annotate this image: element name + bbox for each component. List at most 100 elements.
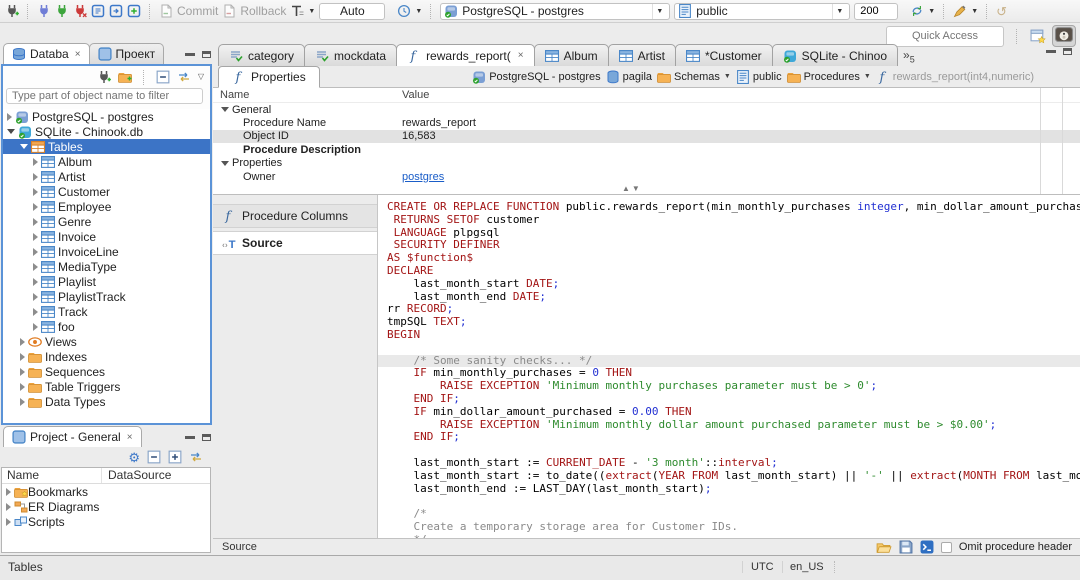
collapsed-arrow-icon[interactable] bbox=[33, 202, 38, 211]
tab-overflow-indicator[interactable]: »5 bbox=[903, 44, 915, 64]
new-folder-icon[interactable] bbox=[117, 70, 132, 84]
collapsed-arrow-icon[interactable] bbox=[20, 337, 25, 346]
group-arrow-icon[interactable] bbox=[221, 160, 229, 166]
tree-item-postgresql-postgres[interactable]: PostgreSQL - postgres bbox=[3, 109, 210, 124]
sash-collapse-control[interactable]: ▲▼ bbox=[622, 184, 642, 193]
tree-item-mediatype[interactable]: MediaType bbox=[3, 259, 210, 274]
tree-item-playlisttrack[interactable]: PlaylistTrack bbox=[3, 289, 210, 304]
object-filter-input[interactable] bbox=[6, 88, 203, 104]
breadcrumb-item-public[interactable]: public bbox=[736, 69, 782, 84]
maximize-icon[interactable] bbox=[1063, 48, 1072, 55]
tree-item-indexes[interactable]: Indexes bbox=[3, 349, 210, 364]
tree-item-employee[interactable]: Employee bbox=[3, 199, 210, 214]
collapsed-arrow-icon[interactable] bbox=[6, 502, 11, 511]
property-row-procedure-name[interactable]: Procedure Name rewards_report bbox=[213, 116, 1080, 129]
tree-item-foo[interactable]: foo bbox=[3, 319, 210, 334]
tree-item-artist[interactable]: Artist bbox=[3, 169, 210, 184]
tab-database-navigator[interactable]: Databa × bbox=[3, 43, 90, 64]
collapsed-arrow-icon[interactable] bbox=[20, 367, 25, 376]
project-item-er-diagrams[interactable]: ER Diagrams bbox=[2, 499, 210, 514]
side-tab-source[interactable]: ‹› T Source bbox=[213, 231, 377, 255]
editor-tab-sqlite-chinoo[interactable]: SQLite - Chinoo bbox=[771, 44, 899, 66]
grid-header-value[interactable]: Value bbox=[402, 89, 429, 101]
breadcrumb-item-procedures[interactable]: Procedures ▼ bbox=[786, 70, 871, 84]
grid-header-name[interactable]: Name bbox=[213, 89, 402, 101]
status-locale[interactable]: en_US bbox=[790, 561, 835, 573]
editor-tab-customer[interactable]: *Customer bbox=[674, 44, 773, 66]
commit-button[interactable]: Commit bbox=[159, 4, 218, 18]
open-perspective-icon[interactable] bbox=[1030, 28, 1047, 44]
collapsed-arrow-icon[interactable] bbox=[6, 487, 11, 496]
link-editor-icon[interactable] bbox=[177, 70, 191, 84]
schema-combo[interactable]: public ▼ bbox=[674, 2, 851, 20]
property-row-properties[interactable]: Properties bbox=[213, 157, 1080, 170]
connection-combo[interactable]: PostgreSQL - postgres ▼ bbox=[440, 2, 671, 20]
property-row-general[interactable]: General bbox=[213, 103, 1080, 116]
minimize-icon[interactable] bbox=[1046, 50, 1056, 53]
rollback-button[interactable]: Rollback bbox=[222, 4, 286, 18]
dbeaver-perspective-icon[interactable] bbox=[1055, 27, 1073, 42]
disconnect-icon[interactable] bbox=[73, 4, 87, 18]
breadcrumb-item-schemas[interactable]: Schemas ▼ bbox=[657, 70, 731, 84]
breadcrumb-item-pagila[interactable]: pagila bbox=[606, 70, 652, 84]
close-icon[interactable]: × bbox=[127, 432, 133, 443]
collapsed-arrow-icon[interactable] bbox=[33, 217, 38, 226]
omit-procedure-header-checkbox[interactable] bbox=[940, 541, 952, 553]
collapse-all-icon[interactable] bbox=[156, 70, 170, 84]
tree-item-playlist[interactable]: Playlist bbox=[3, 274, 210, 289]
project-item-bookmarks[interactable]: Bookmarks bbox=[2, 484, 210, 499]
tx-mode-combo[interactable]: Auto bbox=[319, 2, 386, 20]
minimize-icon[interactable] bbox=[185, 53, 195, 56]
view-menu-icon[interactable]: ▽ bbox=[198, 73, 204, 81]
maximize-icon[interactable] bbox=[202, 434, 211, 441]
property-value[interactable]: postgres bbox=[402, 171, 444, 183]
tab-projects[interactable]: Проект bbox=[88, 43, 165, 64]
collapsed-arrow-icon[interactable] bbox=[20, 382, 25, 391]
connect-icon[interactable] bbox=[37, 4, 51, 18]
collapse-all-icon[interactable] bbox=[147, 450, 161, 464]
tree-item-track[interactable]: Track bbox=[3, 304, 210, 319]
breadcrumb-item-rewards-report-int4-numeric[interactable]: f rewards_report(int4,numeric) bbox=[876, 70, 1034, 84]
expand-all-icon[interactable] bbox=[168, 450, 182, 464]
editor-tab-mockdata[interactable]: mockdata bbox=[304, 44, 398, 66]
tree-item-invoiceline[interactable]: InvoiceLine bbox=[3, 244, 210, 259]
collapsed-arrow-icon[interactable] bbox=[33, 262, 38, 271]
maximize-icon[interactable] bbox=[202, 51, 211, 58]
expanded-arrow-icon[interactable] bbox=[7, 129, 15, 134]
close-icon[interactable]: × bbox=[518, 50, 524, 61]
new-sql-editor-icon[interactable] bbox=[127, 4, 141, 18]
editor-tab-artist[interactable]: Artist bbox=[607, 44, 676, 66]
group-arrow-icon[interactable] bbox=[221, 107, 229, 113]
tree-item-sqlite-chinook-db[interactable]: SQLite - Chinook.db bbox=[3, 124, 210, 139]
tab-properties[interactable]: f Properties bbox=[218, 65, 320, 88]
minimize-icon[interactable] bbox=[185, 436, 195, 439]
collapsed-arrow-icon[interactable] bbox=[33, 307, 38, 316]
project-item-scripts[interactable]: Scripts bbox=[2, 514, 210, 529]
collapsed-arrow-icon[interactable] bbox=[33, 172, 38, 181]
collapsed-arrow-icon[interactable] bbox=[33, 322, 38, 331]
sql-editor-icon[interactable] bbox=[91, 4, 105, 18]
column-datasource[interactable]: DataSource bbox=[102, 468, 171, 483]
property-row-owner[interactable]: Owner postgres bbox=[213, 170, 1080, 183]
source-code-view[interactable]: CREATE OR REPLACE FUNCTION public.reward… bbox=[378, 195, 1080, 538]
tree-item-album[interactable]: Album bbox=[3, 154, 210, 169]
editor-tab-rewards-report[interactable]: f rewards_report(× bbox=[396, 44, 535, 66]
property-row-object-id[interactable]: Object ID 16,583 bbox=[213, 129, 1080, 144]
refresh-button[interactable]: ▼ bbox=[910, 4, 935, 18]
tree-item-sequences[interactable]: Sequences bbox=[3, 364, 210, 379]
format-button[interactable]: ▼ bbox=[953, 4, 978, 18]
new-connection-icon[interactable] bbox=[97, 70, 111, 84]
breadcrumb-item-postgresql-postgres[interactable]: PostgreSQL - postgres bbox=[472, 70, 601, 84]
collapsed-arrow-icon[interactable] bbox=[33, 277, 38, 286]
collapsed-arrow-icon[interactable] bbox=[33, 232, 38, 241]
status-timezone[interactable]: UTC bbox=[742, 561, 783, 573]
tree-item-views[interactable]: Views bbox=[3, 334, 210, 349]
collapsed-arrow-icon[interactable] bbox=[7, 112, 12, 121]
column-name[interactable]: Name bbox=[2, 468, 102, 483]
open-in-sql-console-icon[interactable] bbox=[920, 540, 934, 554]
collapsed-arrow-icon[interactable] bbox=[20, 397, 25, 406]
expanded-arrow-icon[interactable] bbox=[20, 144, 28, 149]
undo-icon[interactable]: ↺ bbox=[996, 5, 1007, 18]
collapsed-arrow-icon[interactable] bbox=[6, 517, 11, 526]
tree-item-invoice[interactable]: Invoice bbox=[3, 229, 210, 244]
